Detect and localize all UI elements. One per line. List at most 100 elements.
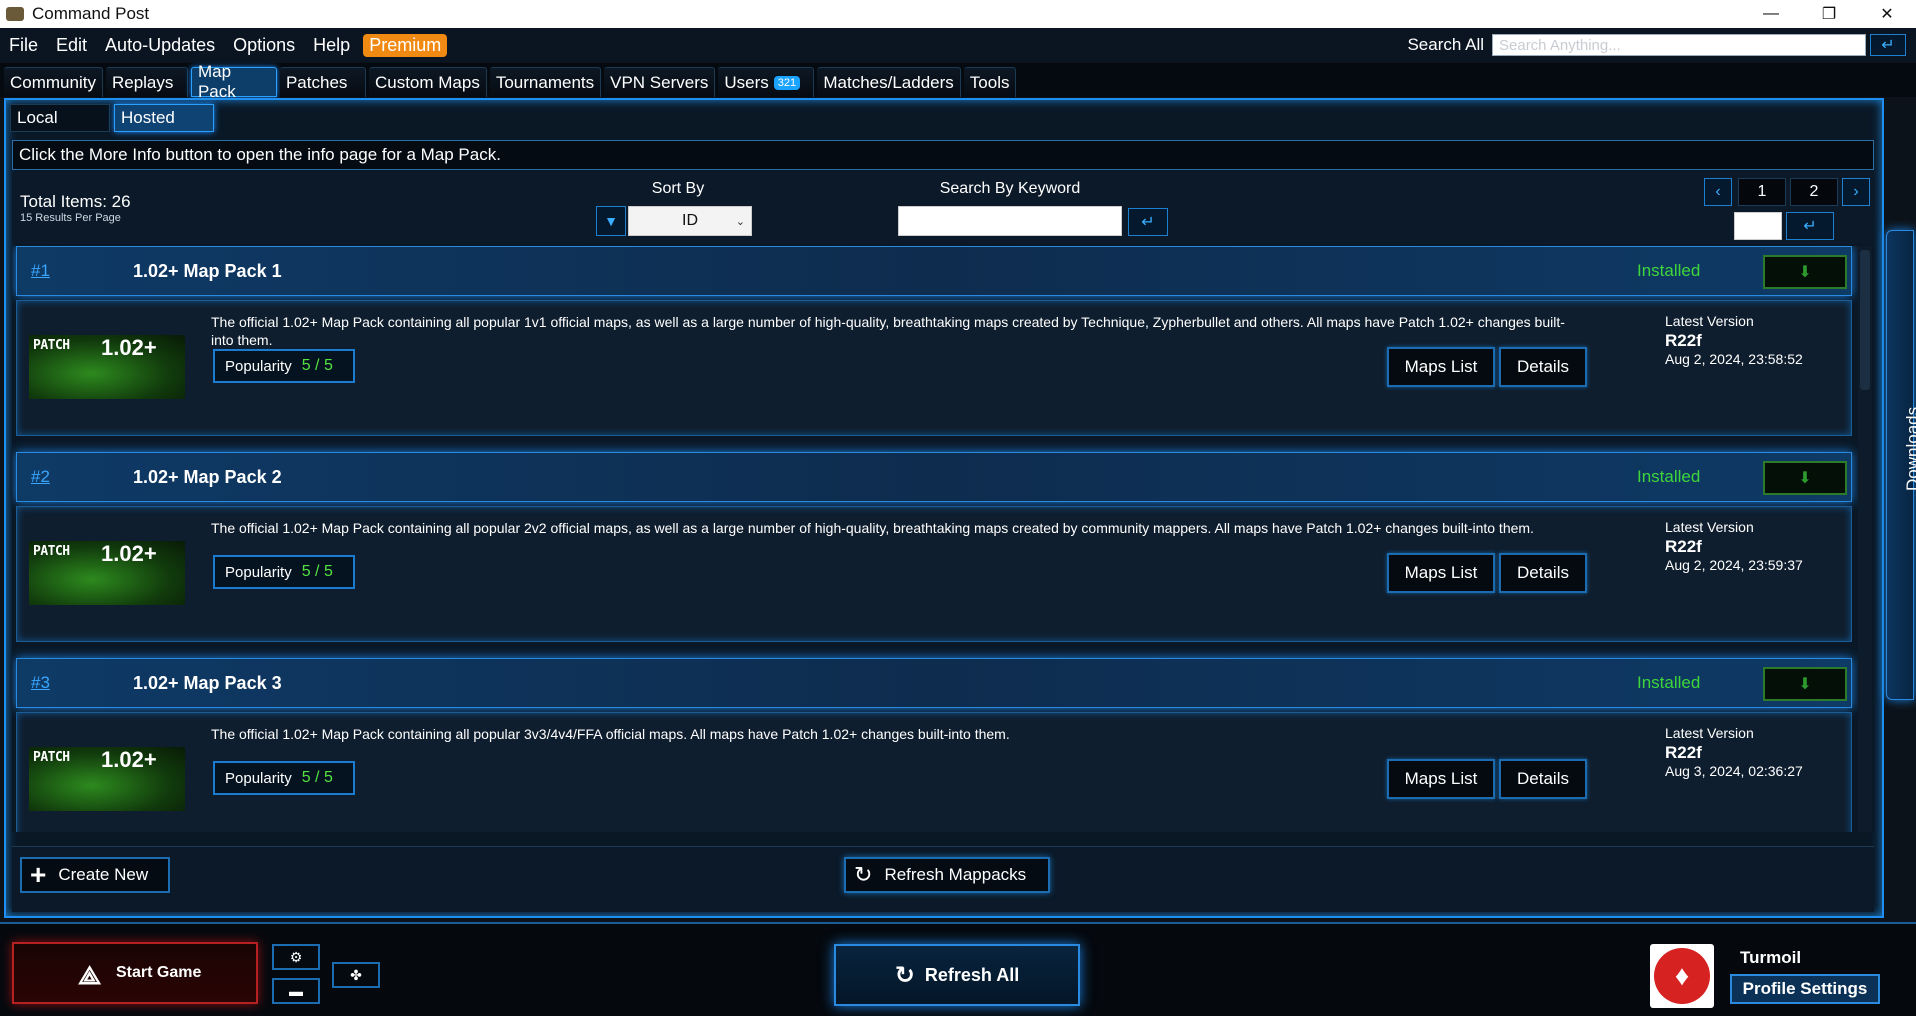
bottom-bar: ⟁ Start Game ⚙ ▬ ✤ ↻ Refresh All ♦ Turmo…: [0, 922, 1916, 1016]
maps-list-button[interactable]: Maps List: [1387, 759, 1495, 799]
menu-auto-updates[interactable]: Auto-Updates: [96, 35, 224, 56]
total-items: Total Items: 26 15 Results Per Page: [20, 192, 131, 224]
global-search-submit-button[interactable]: ↵: [1870, 34, 1906, 56]
list-scrollbar[interactable]: [1858, 246, 1872, 832]
item-header: #3 1.02+ Map Pack 3 Installed ⬇: [16, 658, 1852, 708]
install-status: Installed: [1637, 673, 1701, 692]
refresh-all-label: Refresh All: [924, 964, 1020, 985]
title-bar: Command Post — ❐ ✕: [0, 0, 1916, 28]
open-folder-button[interactable]: ▬: [272, 978, 320, 1004]
tab-label: Users: [724, 72, 769, 92]
keyword-search-submit-button[interactable]: ↵: [1128, 208, 1168, 236]
item-title: 1.02+ Map Pack 1: [133, 261, 282, 281]
settings-button[interactable]: ⚙: [272, 944, 320, 970]
maximize-button[interactable]: ❐: [1800, 0, 1858, 28]
subtab-local[interactable]: Local: [10, 104, 110, 132]
tab-tools[interactable]: Tools: [963, 67, 1017, 97]
item-id-link[interactable]: #3: [31, 673, 50, 693]
map-pack-list: #1 1.02+ Map Pack 1 Installed ⬇ PATCH 1.…: [12, 246, 1874, 832]
sort-by-label: Sort By: [651, 180, 705, 197]
item-description: The official 1.02+ Map Pack containing a…: [211, 726, 1010, 742]
item-header: #2 1.02+ Map Pack 2 Installed ⬇: [16, 452, 1852, 502]
details-button[interactable]: Details: [1499, 759, 1587, 799]
download-button[interactable]: ⬇: [1763, 667, 1847, 701]
chevron-left-icon: ‹: [1715, 183, 1721, 200]
details-button[interactable]: Details: [1499, 553, 1587, 593]
item-body: PATCH 1.02+ The official 1.02+ Map Pack …: [16, 300, 1852, 436]
page-2-button[interactable]: 2: [1790, 178, 1838, 206]
tab-users[interactable]: Users 321: [718, 67, 815, 97]
profile-settings-button[interactable]: Profile Settings: [1730, 974, 1880, 1004]
tab-label: Tools: [969, 72, 1010, 92]
page-jump-input[interactable]: [1734, 212, 1782, 240]
layout-button[interactable]: ✤: [332, 962, 380, 988]
maps-list-button[interactable]: Maps List: [1387, 553, 1495, 593]
sort-by-select[interactable]: ID ⌄: [628, 206, 752, 236]
tab-community[interactable]: Community: [4, 67, 103, 97]
download-button[interactable]: ⬇: [1763, 461, 1847, 495]
downloads-side-tab[interactable]: Downloads: [1886, 230, 1916, 700]
menu-edit[interactable]: Edit: [47, 35, 96, 56]
start-game-button[interactable]: ⟁ Start Game: [12, 942, 258, 1004]
item-id-link[interactable]: #2: [31, 467, 50, 487]
chevron-down-icon: ⌄: [735, 215, 745, 228]
install-status: Installed: [1637, 467, 1701, 486]
tab-label: Custom Maps: [374, 72, 480, 92]
list-item: #1 1.02+ Map Pack 1 Installed ⬇ PATCH 1.…: [16, 246, 1852, 442]
tab-tournaments[interactable]: Tournaments: [489, 67, 602, 97]
refresh-icon: ↻: [854, 862, 873, 887]
menu-file[interactable]: File: [0, 35, 47, 56]
refresh-mappacks-button[interactable]: ↻ Refresh Mappacks: [844, 857, 1050, 893]
item-id-link[interactable]: #1: [31, 261, 50, 281]
page-1-button[interactable]: 1: [1738, 178, 1786, 206]
premium-button[interactable]: Premium: [363, 33, 448, 57]
tab-map-pack[interactable]: Map Pack: [190, 62, 277, 101]
global-search: Search All ↵: [1407, 28, 1916, 62]
latest-version-label: Latest Version: [1665, 313, 1754, 329]
search-all-label: Search All: [1407, 35, 1484, 54]
page-jump-button[interactable]: ↵: [1786, 212, 1834, 240]
maps-list-button[interactable]: Maps List: [1387, 347, 1495, 387]
item-body: PATCH 1.02+ The official 1.02+ Map Pack …: [16, 712, 1852, 832]
next-page-button[interactable]: ›: [1842, 178, 1870, 206]
item-body: PATCH 1.02+ The official 1.02+ Map Pack …: [16, 506, 1852, 642]
subtab-label: Hosted: [121, 108, 175, 127]
avatar[interactable]: ♦: [1650, 944, 1714, 1008]
start-game-icon: ⟁: [78, 960, 102, 990]
previous-page-button[interactable]: ‹: [1704, 178, 1732, 206]
details-button[interactable]: Details: [1499, 347, 1587, 387]
thumb-version-text: 1.02+: [101, 541, 157, 566]
tab-label: Map Pack: [197, 62, 236, 101]
refresh-mappacks-label: Refresh Mappacks: [884, 865, 1027, 884]
tab-patches[interactable]: Patches: [279, 67, 366, 97]
tab-label: Tournaments: [495, 72, 595, 92]
keyword-search-label: Search By Keyword: [939, 180, 1081, 197]
total-items-label: Total Items: 26: [20, 192, 131, 211]
menu-options[interactable]: Options: [224, 35, 304, 56]
keyword-search-input[interactable]: [898, 206, 1122, 236]
close-button[interactable]: ✕: [1858, 0, 1916, 28]
refresh-all-button[interactable]: ↻ Refresh All: [834, 944, 1080, 1006]
popularity-value: 5 / 5: [301, 357, 333, 374]
tab-vpn-servers[interactable]: VPN Servers: [604, 67, 716, 97]
scrollbar-thumb[interactable]: [1860, 250, 1870, 390]
app-icon: [6, 7, 24, 21]
tab-custom-maps[interactable]: Custom Maps: [368, 67, 487, 97]
version-date: Aug 2, 2024, 23:59:37: [1665, 557, 1803, 573]
map-pack-thumbnail: PATCH 1.02+: [29, 541, 185, 605]
global-search-input[interactable]: [1492, 34, 1866, 56]
sort-direction-button[interactable]: ▼: [596, 206, 626, 236]
tab-replays[interactable]: Replays: [105, 67, 188, 97]
list-item: #3 1.02+ Map Pack 3 Installed ⬇ PATCH 1.…: [16, 658, 1852, 832]
tab-matches-ladders[interactable]: Matches/Ladders: [817, 67, 961, 97]
minimize-button[interactable]: —: [1742, 0, 1800, 28]
item-header: #1 1.02+ Map Pack 1 Installed ⬇: [16, 246, 1852, 296]
subtab-label: Local: [17, 108, 58, 127]
menu-help[interactable]: Help: [304, 35, 359, 56]
popularity-label: Popularity: [225, 357, 292, 375]
create-new-button[interactable]: + Create New: [20, 857, 170, 893]
subtabs: Local Hosted: [10, 104, 218, 132]
download-button[interactable]: ⬇: [1763, 255, 1847, 289]
subtab-hosted[interactable]: Hosted: [114, 104, 214, 132]
panel-footer: + Create New ↻ Refresh Mappacks: [12, 846, 1874, 912]
